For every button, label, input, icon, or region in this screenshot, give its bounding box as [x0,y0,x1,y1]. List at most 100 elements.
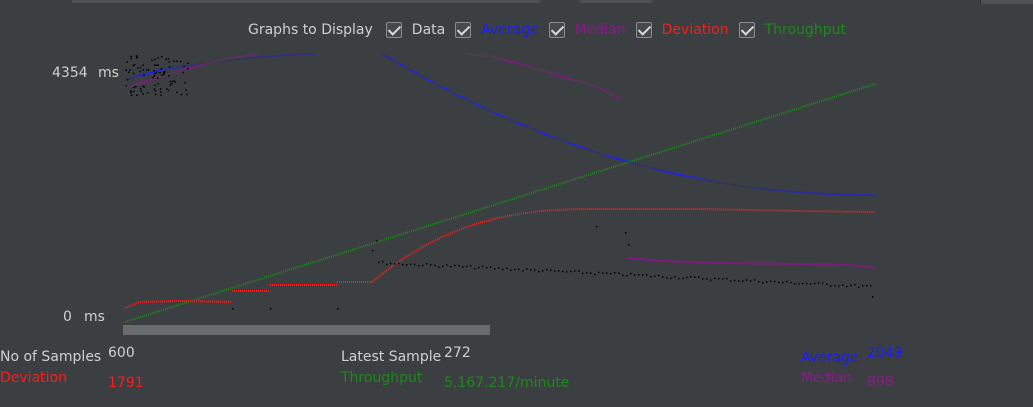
data-point [646,274,648,276]
data-point [165,58,168,60]
data-point [490,266,492,268]
average-value: 2049 [867,345,903,361]
data-point [774,280,776,283]
latest-sample-label: Latest Sample [341,349,442,365]
data-point [153,70,156,72]
horizontal-scrollbar[interactable] [123,325,490,335]
data-point [790,281,792,284]
data-point [530,268,532,271]
data-point [842,284,844,286]
data-point [154,72,156,75]
data-point [710,279,712,282]
data-point [854,283,856,286]
data-point [726,277,728,280]
data-point [173,60,175,62]
data-point [156,77,159,79]
data-point [862,285,864,287]
data-point [602,272,604,275]
data-point [160,94,162,97]
data-point [662,276,664,278]
data-point [750,280,752,282]
data-point [872,296,874,298]
average-label: Average [801,350,859,366]
data-point [766,281,768,283]
data-point [438,266,440,268]
data-point [858,286,860,288]
data-point [153,74,155,77]
data-point [502,268,504,271]
data-point [136,94,138,96]
data-point [754,279,756,281]
data-point [782,281,784,284]
data-point [542,270,544,272]
data-point [474,268,476,270]
data-point [130,94,133,97]
data-point [582,272,584,275]
data-point [402,263,404,266]
data-point [146,69,148,71]
data-point [846,285,848,288]
throughput-line [124,83,876,323]
data-point [430,264,432,266]
data-point [153,88,156,91]
data-point [140,90,143,92]
data-point [147,69,150,71]
data-point [470,265,472,267]
data-point [183,65,185,68]
data-point [157,83,159,85]
data-point [382,260,384,263]
data-point [418,265,420,267]
data-point [156,71,158,74]
data-point [654,275,656,277]
data-point [125,85,128,87]
data-point [550,269,552,271]
median-value: 898 [867,374,894,390]
data-point [410,263,412,266]
data-point [802,282,804,285]
data-point [798,283,800,285]
no-of-samples-label: No of Samples [0,349,102,365]
data-point [822,282,824,284]
data-point [546,268,548,271]
data-point [658,274,660,277]
data-point [486,266,488,269]
data-point [152,77,154,79]
data-point [534,269,536,271]
data-point [622,274,624,277]
data-point [434,264,436,267]
data-point [598,271,600,274]
data-point [770,280,772,283]
data-point [187,62,189,65]
data-point [694,276,696,278]
data-point [642,274,644,276]
data-point [596,226,598,228]
data-point [462,266,464,268]
data-point [166,88,168,90]
data-point [510,269,512,272]
data-point [478,266,480,269]
data-point [142,64,144,66]
data-point [838,285,840,288]
data-point [482,265,484,268]
data-point [526,268,528,270]
data-point [406,264,408,266]
data-point [168,61,171,63]
data-point [129,69,131,71]
data-point [130,55,132,58]
data-point [866,284,868,287]
data-point [169,84,172,86]
data-point [125,69,127,71]
data-point [610,272,612,275]
data-point [566,271,568,273]
no-of-samples-value: 600 [108,345,135,361]
data-point [167,58,170,60]
data-point [398,262,400,265]
data-point [614,272,616,274]
average-line [382,53,876,196]
data-point [514,268,516,271]
data-point [706,278,708,280]
data-point [606,272,608,274]
data-point [130,92,132,94]
data-point [187,67,189,70]
data-point [422,264,424,267]
